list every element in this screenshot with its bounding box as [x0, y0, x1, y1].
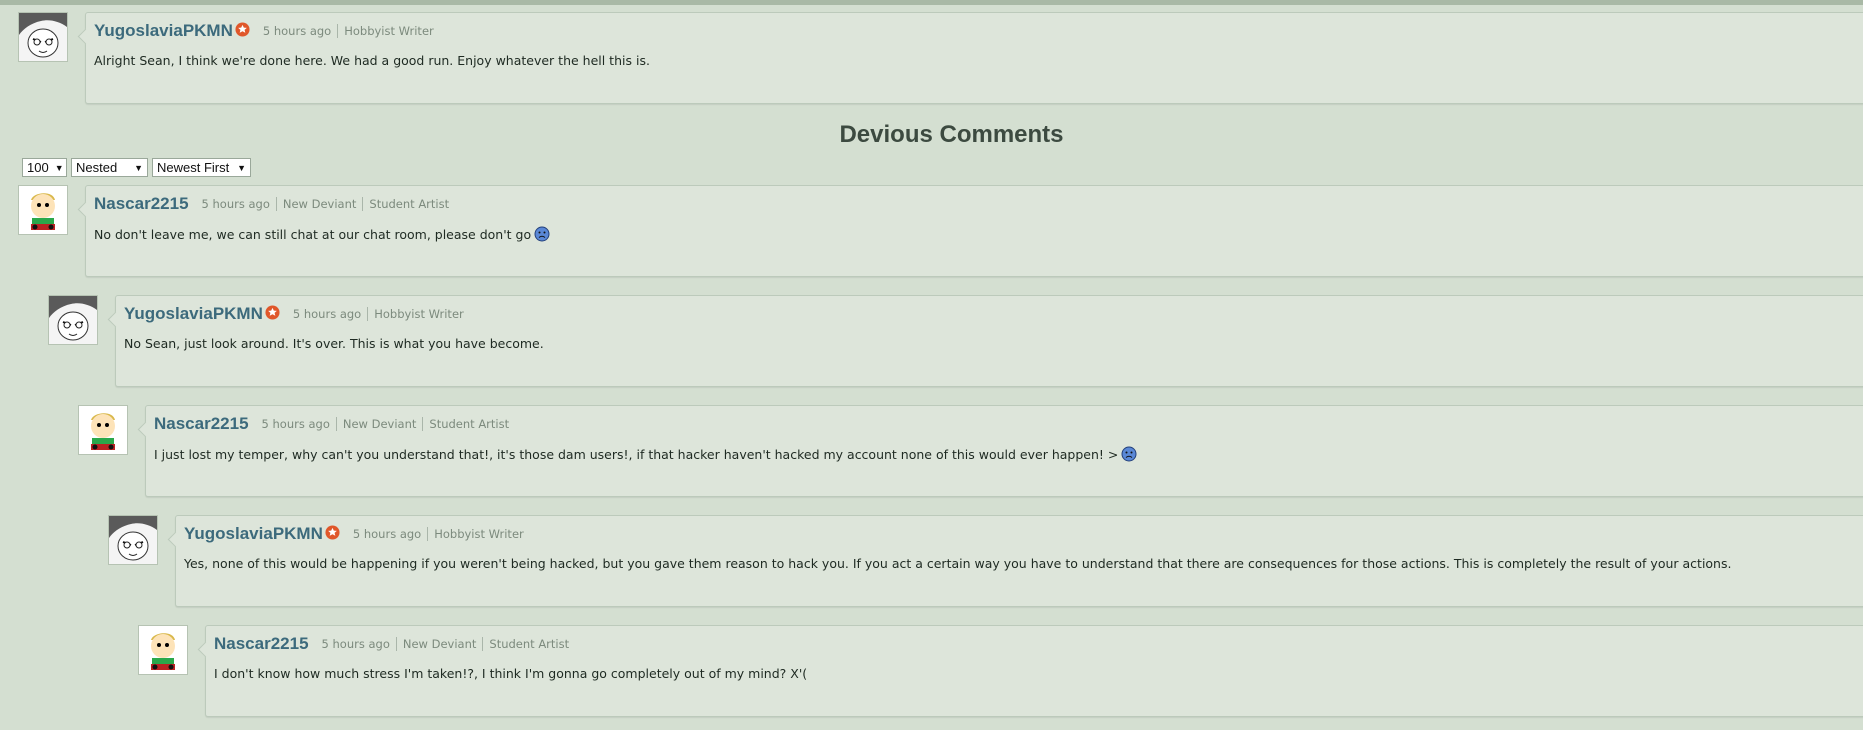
comments-per-page-select[interactable]: 100 ▼	[22, 158, 67, 177]
orange-star-badge-icon	[325, 525, 340, 543]
member-subtitle: Student Artist	[429, 417, 510, 431]
avatar[interactable]	[18, 12, 68, 62]
divider	[335, 417, 337, 431]
divider	[275, 197, 277, 211]
comment-card: Nascar2215 5 hours ago New Deviant Stude…	[85, 185, 1863, 277]
avatar[interactable]	[108, 515, 158, 565]
member-rank: Hobbyist Writer	[434, 527, 524, 541]
divider	[337, 24, 339, 38]
triangle-down-icon: ▼	[54, 162, 64, 173]
member-rank: Hobbyist Writer	[344, 24, 434, 38]
avatar[interactable]	[138, 625, 188, 675]
member-subtitle: Student Artist	[369, 197, 450, 211]
orange-star-badge-icon	[265, 305, 280, 323]
comment-controls: 100 ▼ Nested ▼ Newest First ▼	[22, 158, 251, 177]
author-link[interactable]: Nascar2215	[214, 634, 309, 654]
sad-face-emoticon-icon	[534, 226, 550, 245]
comment-card: YugoslaviaPKMN 5 hours ago Hobbyist Writ…	[175, 515, 1863, 607]
top-border	[0, 0, 1863, 5]
comment-card: Nascar2215 5 hours ago New Deviant Stude…	[145, 405, 1863, 497]
divider	[482, 637, 484, 651]
comment-text: No Sean, just look around. It's over. Th…	[124, 336, 544, 351]
author-link[interactable]: YugoslaviaPKMN	[94, 21, 233, 41]
orange-star-badge-icon	[235, 22, 250, 40]
comment-text: No don't leave me, we can still chat at …	[94, 226, 550, 245]
triangle-down-icon: ▼	[237, 162, 246, 173]
comment-card: YugoslaviaPKMN 5 hours ago Hobbyist Writ…	[115, 295, 1863, 387]
member-subtitle: Student Artist	[489, 637, 570, 651]
timestamp-link[interactable]: 5 hours ago	[322, 637, 390, 651]
comment-text: I just lost my temper, why can't you und…	[154, 446, 1137, 465]
comment-text: Alright Sean, I think we're done here. W…	[94, 53, 650, 68]
timestamp-link[interactable]: 5 hours ago	[293, 307, 361, 321]
timestamp-link[interactable]: 5 hours ago	[263, 24, 331, 38]
author-link[interactable]: Nascar2215	[154, 414, 249, 434]
divider	[427, 527, 429, 541]
member-rank: New Deviant	[282, 197, 357, 211]
sad-face-emoticon-icon	[1121, 446, 1137, 465]
divider	[395, 637, 397, 651]
page-title: Devious Comments	[839, 121, 1064, 148]
avatar[interactable]	[18, 185, 68, 235]
comment-text: Yes, none of this would be happening if …	[184, 556, 1732, 571]
divider	[367, 307, 369, 321]
avatar[interactable]	[78, 405, 128, 455]
comment-card: YugoslaviaPKMN 5 hours ago Hobbyist Writ…	[85, 12, 1863, 104]
divider	[422, 417, 424, 431]
thread-style-select[interactable]: Nested ▼	[71, 158, 148, 177]
triangle-down-icon: ▼	[134, 162, 143, 173]
comment-card: Nascar2215 5 hours ago New Deviant Stude…	[205, 625, 1863, 717]
author-link[interactable]: YugoslaviaPKMN	[184, 524, 323, 544]
avatar[interactable]	[48, 295, 98, 345]
divider	[362, 197, 364, 211]
author-link[interactable]: Nascar2215	[94, 194, 189, 214]
timestamp-link[interactable]: 5 hours ago	[262, 417, 330, 431]
timestamp-link[interactable]: 5 hours ago	[202, 197, 270, 211]
timestamp-link[interactable]: 5 hours ago	[353, 527, 421, 541]
author-link[interactable]: YugoslaviaPKMN	[124, 304, 263, 324]
sort-order-select[interactable]: Newest First ▼	[152, 158, 251, 177]
comment-text: I don't know how much stress I'm taken!?…	[214, 666, 808, 681]
member-rank: New Deviant	[342, 417, 417, 431]
member-rank: New Deviant	[402, 637, 477, 651]
member-rank: Hobbyist Writer	[374, 307, 464, 321]
